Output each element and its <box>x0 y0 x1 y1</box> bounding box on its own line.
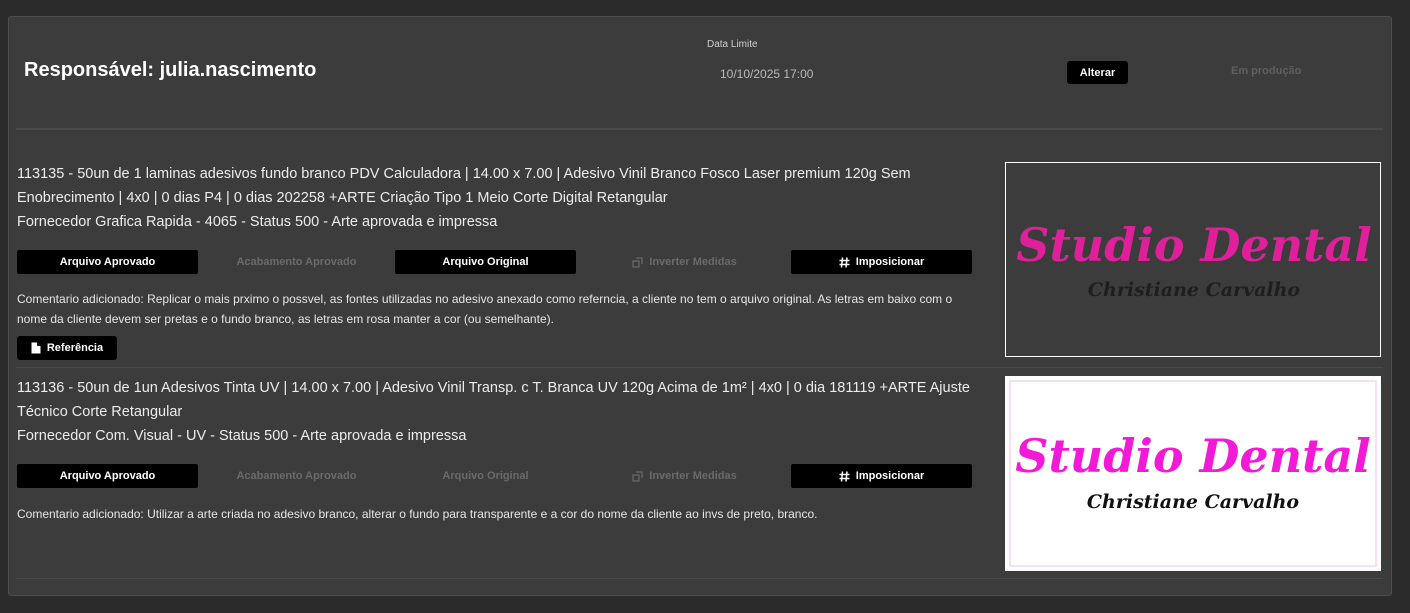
item-2-acabamento-aprovado-label: Acabamento Aprovado <box>236 470 357 482</box>
item-1-preview-image: Studio Dental Christiane Carvalho <box>1005 162 1381 357</box>
date-limit-label: Data Limite <box>707 39 758 50</box>
item-2-imposicionar-label: Imposicionar <box>855 470 925 482</box>
item-1-arquivo-original-button[interactable]: Arquivo Original <box>395 250 576 274</box>
date-limit-value: 10/10/2025 17:00 <box>720 67 814 81</box>
item-2-inverter-medidas-button[interactable]: Inverter Medidas <box>594 464 775 488</box>
file-icon <box>31 342 41 354</box>
item-2-line1: 113136 - 50un de 1un Adesivos Tinta UV |… <box>17 380 970 420</box>
responsavel-title: Responsável: julia.nascimento <box>24 59 317 81</box>
item-1-inverter-medidas-button[interactable]: Inverter Medidas <box>594 250 775 274</box>
item-2-arquivo-aprovado-label: Arquivo Aprovado <box>59 470 156 482</box>
item-2-preview-brand: Studio Dental <box>1015 429 1370 483</box>
item-1-imposicionar-button[interactable]: Imposicionar <box>791 250 972 274</box>
item-2-inverter-medidas-label: Inverter Medidas <box>649 470 737 482</box>
swap-icon <box>632 470 643 482</box>
item-1-referencia-label: Referência <box>46 342 104 354</box>
item-2-preview-image: Studio Dental Christiane Carvalho <box>1005 376 1381 571</box>
item-2-acabamento-aprovado-button[interactable]: Acabamento Aprovado <box>206 464 387 488</box>
item-1-acabamento-aprovado-button[interactable]: Acabamento Aprovado <box>206 250 387 274</box>
item-2-arquivo-aprovado-button[interactable]: Arquivo Aprovado <box>17 464 198 488</box>
status-em-producao: Em produção <box>1231 65 1302 77</box>
item-1-arquivo-aprovado-button[interactable]: Arquivo Aprovado <box>17 250 198 274</box>
item-1-referencia-button[interactable]: Referência <box>17 336 117 360</box>
item-2-line2: Fornecedor Com. Visual - UV - Status 500… <box>17 428 467 444</box>
item-1-line2: Fornecedor Grafica Rapida - 4065 - Statu… <box>17 214 498 230</box>
item-2-comment: Comentario adicionado: Utilizar a arte c… <box>17 507 818 521</box>
item-1-arquivo-aprovado-label: Arquivo Aprovado <box>59 256 156 268</box>
item-1-description: 113135 - 50un de 1 laminas adesivos fund… <box>17 162 977 234</box>
hash-icon <box>839 470 850 482</box>
alterar-button[interactable]: Alterar <box>1067 61 1128 84</box>
item-divider <box>16 367 1383 368</box>
item-1-imposicionar-label: Imposicionar <box>855 256 925 268</box>
item-1-line1: 113135 - 50un de 1 laminas adesivos fund… <box>17 166 911 206</box>
item-1-preview-brand: Studio Dental <box>1016 218 1371 272</box>
bottom-divider <box>16 578 1383 579</box>
item-1-acabamento-aprovado-label: Acabamento Aprovado <box>236 256 357 268</box>
item-1-preview-name: Christiane Carvalho <box>1088 279 1301 301</box>
item-2-imposicionar-button[interactable]: Imposicionar <box>791 464 972 488</box>
header-divider <box>16 128 1383 130</box>
hash-icon <box>839 256 850 268</box>
item-2-preview-name: Christiane Carvalho <box>1087 491 1300 513</box>
swap-icon <box>632 256 643 268</box>
item-2-arquivo-original-label: Arquivo Original <box>442 470 529 482</box>
item-1-comment: Comentario adicionado: Replicar o mais p… <box>17 292 953 326</box>
item-1-arquivo-original-label: Arquivo Original <box>442 256 529 268</box>
item-2-description: 113136 - 50un de 1un Adesivos Tinta UV |… <box>17 376 977 448</box>
item-1-inverter-medidas-label: Inverter Medidas <box>649 256 737 268</box>
item-2-arquivo-original-button[interactable]: Arquivo Original <box>395 464 576 488</box>
